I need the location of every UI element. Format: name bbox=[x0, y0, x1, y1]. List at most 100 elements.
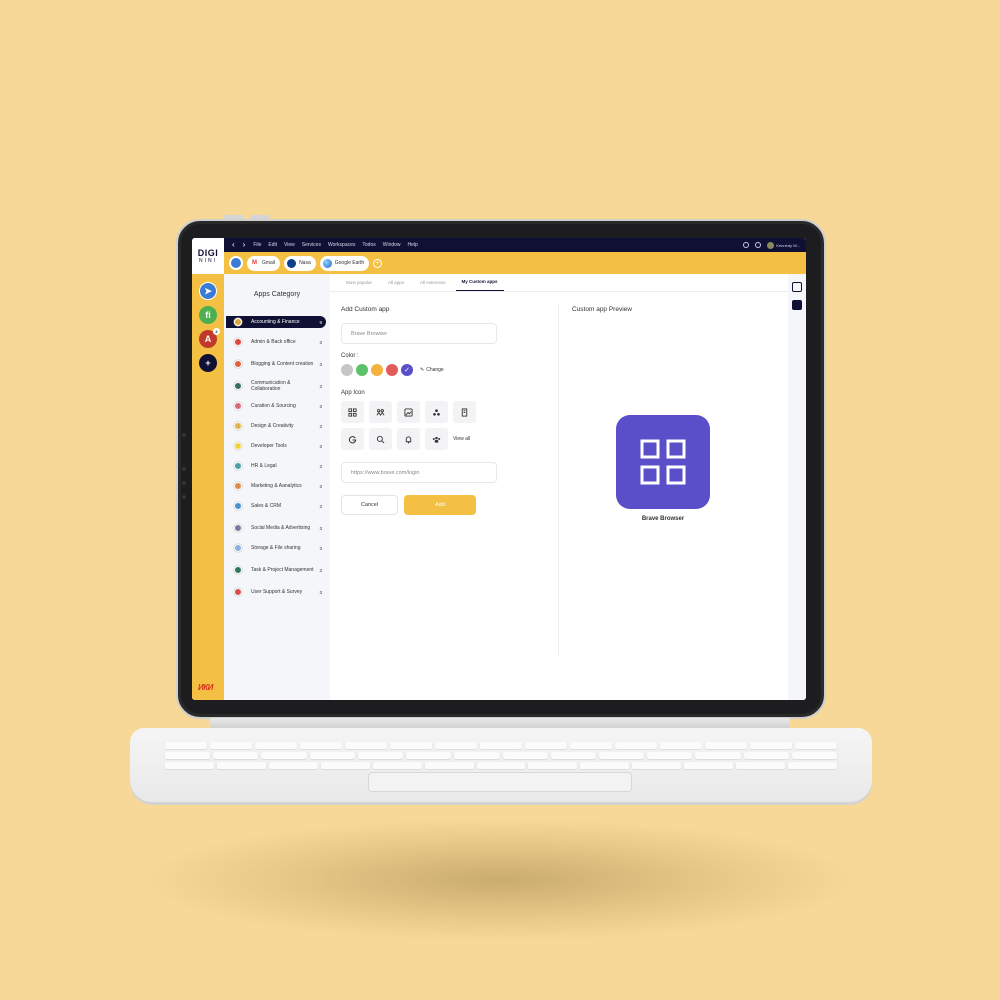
category-item-communication[interactable]: Communication & Collaboration 3 bbox=[226, 378, 326, 394]
form-title: Add Custom app bbox=[341, 306, 390, 313]
color-picker: ✓ ✎ Change bbox=[341, 364, 551, 376]
category-item-sales[interactable]: Sales & CRM 3 bbox=[226, 500, 326, 512]
calendar-icon[interactable] bbox=[792, 282, 802, 292]
color-swatch-red[interactable] bbox=[386, 364, 398, 376]
category-icon bbox=[234, 544, 242, 552]
category-count: 3 bbox=[319, 503, 322, 509]
rail-app-green[interactable]: fi bbox=[199, 306, 217, 324]
category-item-marketing[interactable]: Marketing & Aanalytics 3 bbox=[226, 480, 326, 492]
tab-all-apps[interactable]: All apps bbox=[382, 280, 410, 291]
menu-workspaces[interactable]: Workspaces bbox=[328, 242, 355, 248]
icon-option-teamwork[interactable] bbox=[369, 401, 392, 423]
building-icon bbox=[461, 407, 468, 417]
tab-gmail[interactable]: M Gmail bbox=[247, 255, 281, 271]
cancel-button[interactable]: Cancel bbox=[341, 495, 398, 515]
category-icon bbox=[234, 442, 242, 450]
checkmark-icon: ✓ bbox=[404, 367, 410, 374]
forward-arrow-icon[interactable]: › bbox=[243, 241, 246, 249]
tab-google-earth[interactable]: Google Earth bbox=[319, 255, 370, 271]
category-label: Task & Project Management bbox=[251, 566, 314, 573]
category-icon bbox=[234, 524, 242, 532]
category-count: 3 bbox=[319, 567, 322, 573]
category-count: 3 bbox=[319, 525, 322, 531]
category-count: 3 bbox=[319, 403, 322, 409]
view-all-icons-link[interactable]: View all bbox=[453, 428, 476, 450]
category-icon bbox=[234, 462, 242, 470]
tab-most-popular[interactable]: Most popular bbox=[340, 280, 378, 291]
category-item-task[interactable]: Task & Project Management 3 bbox=[226, 562, 326, 578]
menu-view[interactable]: View bbox=[284, 242, 295, 248]
add-button[interactable]: Add bbox=[404, 495, 476, 515]
panel-divider bbox=[558, 304, 559, 656]
user-menu[interactable]: Kennedy W... bbox=[767, 241, 800, 249]
rail-badge: 2 bbox=[213, 328, 220, 335]
category-item-hr[interactable]: HR & Legal 3 bbox=[226, 460, 326, 472]
category-count: 9 bbox=[319, 319, 322, 325]
todo-check-icon[interactable] bbox=[792, 300, 802, 310]
preview-title: Custom app Preview bbox=[572, 306, 632, 313]
icon-option-group[interactable] bbox=[425, 428, 448, 450]
icon-option-search[interactable] bbox=[369, 428, 392, 450]
category-label: Communication & Collaboration bbox=[251, 379, 291, 393]
back-arrow-icon[interactable]: ‹ bbox=[232, 241, 235, 249]
rail-bottom-logo: ИКИ bbox=[198, 683, 213, 692]
category-count: 3 bbox=[319, 483, 322, 489]
category-item-design[interactable]: Design & Creativity 3 bbox=[226, 420, 326, 432]
category-item-storage[interactable]: Storage & File sharing 3 bbox=[226, 542, 326, 554]
device-shadow bbox=[150, 820, 850, 940]
preview-app-icon bbox=[616, 415, 710, 509]
color-swatch-orange[interactable] bbox=[371, 364, 383, 376]
rail-app-red[interactable]: A2 bbox=[199, 328, 220, 348]
apps-category-title: Apps Category bbox=[253, 291, 301, 298]
category-icon bbox=[234, 566, 242, 574]
tablet-connector-dot bbox=[182, 495, 186, 499]
keyboard-keys bbox=[165, 742, 838, 774]
category-icon bbox=[234, 382, 242, 390]
menu-file[interactable]: File bbox=[253, 242, 261, 248]
home-tab[interactable] bbox=[229, 256, 243, 270]
color-swatch-gray[interactable] bbox=[341, 364, 353, 376]
icon-option-image[interactable] bbox=[397, 401, 420, 423]
change-color-button[interactable]: ✎ Change bbox=[420, 367, 444, 373]
category-label: Sales & CRM bbox=[251, 502, 282, 509]
preview-app-name: Brave Browser bbox=[641, 516, 685, 522]
trackpad bbox=[368, 772, 632, 792]
color-swatch-green[interactable] bbox=[356, 364, 368, 376]
category-icon bbox=[234, 482, 242, 490]
menu-services[interactable]: Services bbox=[302, 242, 321, 248]
settings-icon[interactable] bbox=[755, 242, 762, 248]
app-name-input[interactable]: Brave Browser bbox=[341, 323, 497, 344]
category-item-blogging[interactable]: Blogging & Content creation 3 bbox=[226, 356, 326, 372]
tab-nasa[interactable]: Nasa bbox=[284, 255, 316, 271]
notification-icon[interactable] bbox=[743, 242, 750, 248]
app-url-input[interactable]: https://www.brave.com/login bbox=[341, 462, 497, 483]
menu-window[interactable]: Window bbox=[383, 242, 401, 248]
add-tab-button[interactable]: + bbox=[373, 258, 383, 268]
category-icon bbox=[234, 338, 242, 346]
grid-icon bbox=[640, 439, 686, 485]
icon-option-building[interactable] bbox=[453, 401, 476, 423]
tab-my-custom-apps[interactable]: My Custom apps bbox=[455, 279, 504, 291]
form-actions: Cancel Add bbox=[341, 495, 551, 515]
google-icon bbox=[348, 435, 357, 443]
category-item-admin[interactable]: Admin & Back office 3 bbox=[226, 336, 326, 348]
tab-nasa-label: Nasa bbox=[299, 260, 311, 266]
icon-option-grid[interactable] bbox=[341, 401, 364, 423]
color-swatch-purple-selected[interactable]: ✓ bbox=[401, 364, 413, 376]
icon-option-people[interactable] bbox=[425, 401, 448, 423]
category-icon bbox=[234, 588, 242, 596]
category-item-support[interactable]: User Support & Survey 3 bbox=[226, 584, 326, 600]
category-item-curation[interactable]: Curation & Sourcing 3 bbox=[226, 400, 326, 412]
app-tab-bar: M Gmail Nasa Google Earth + bbox=[224, 252, 806, 274]
category-item-developer[interactable]: Developer Tools 3 bbox=[226, 440, 326, 452]
menu-todos[interactable]: Todos bbox=[362, 242, 375, 248]
category-item-accounting[interactable]: Accounting & Finance 9 bbox=[226, 316, 326, 328]
menu-edit[interactable]: Edit bbox=[268, 242, 277, 248]
category-item-social[interactable]: Social Media & Advertising 3 bbox=[226, 520, 326, 536]
icon-option-google[interactable] bbox=[341, 428, 364, 450]
icon-option-bell[interactable] bbox=[397, 428, 420, 450]
menu-help[interactable]: Help bbox=[408, 242, 418, 248]
rail-app-bird[interactable]: ➤ bbox=[199, 282, 217, 300]
tab-all-extension[interactable]: All extension bbox=[414, 280, 452, 291]
rail-add-app-button[interactable]: + bbox=[199, 354, 217, 372]
